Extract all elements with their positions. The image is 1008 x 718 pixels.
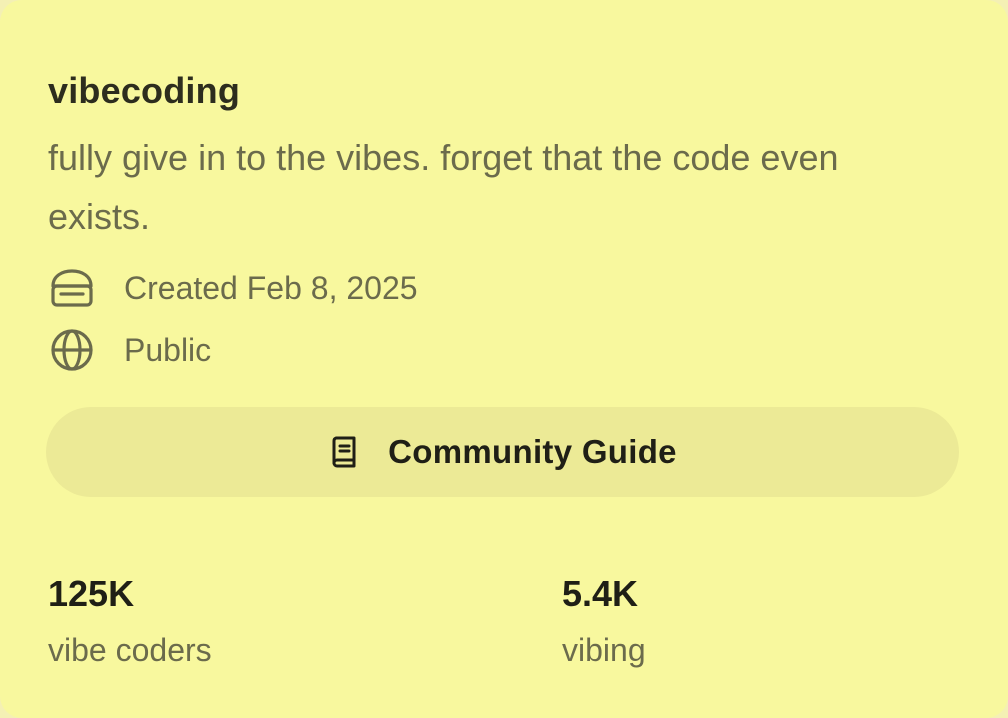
book-icon bbox=[328, 435, 362, 469]
members-label: vibe coders bbox=[48, 632, 212, 668]
online-label: vibing bbox=[562, 632, 646, 668]
visibility-label: Public bbox=[124, 331, 212, 368]
online-count: 5.4K bbox=[562, 573, 639, 614]
globe-icon bbox=[48, 326, 96, 374]
cake-icon bbox=[48, 264, 96, 312]
created-date-row: Created Feb 8, 2025 bbox=[48, 264, 418, 312]
community-guide-button[interactable]: Community Guide bbox=[46, 407, 959, 497]
members-stat: 125K vibe coders bbox=[48, 572, 212, 670]
community-info-card: vibecoding fully give in to the vibes. f… bbox=[0, 0, 1008, 718]
created-date: Created Feb 8, 2025 bbox=[124, 269, 418, 306]
community-guide-label: Community Guide bbox=[388, 433, 677, 470]
visibility-row: Public bbox=[48, 326, 211, 374]
members-count: 125K bbox=[48, 573, 135, 614]
online-stat: 5.4K vibing bbox=[562, 572, 646, 670]
community-description: fully give in to the vibes. forget that … bbox=[48, 137, 839, 237]
community-name: vibecoding bbox=[48, 70, 241, 111]
